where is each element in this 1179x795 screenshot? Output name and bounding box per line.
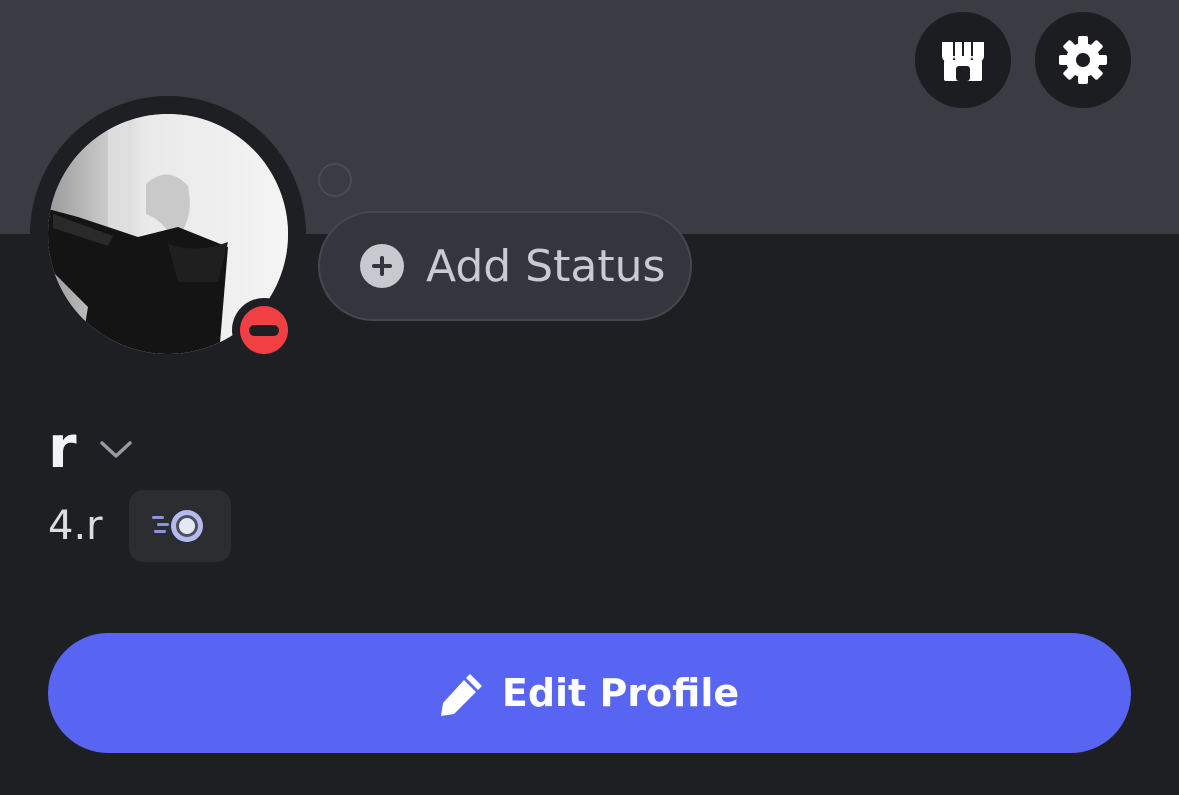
plus-circle-icon <box>360 244 404 288</box>
shop-button[interactable] <box>915 12 1011 108</box>
settings-button[interactable] <box>1035 12 1131 108</box>
username-handle: 4.r <box>48 503 103 549</box>
nitro-boost-icon <box>151 510 203 542</box>
edit-profile-button[interactable]: Edit Profile <box>48 633 1131 753</box>
shop-icon <box>942 42 984 81</box>
pencil-icon <box>440 674 482 716</box>
handle-row: 4.r <box>48 490 231 562</box>
edit-profile-label: Edit Profile <box>501 671 740 715</box>
display-name-row[interactable]: r <box>48 412 133 482</box>
status-indicator <box>232 298 296 362</box>
status-thought-dot <box>318 163 352 197</box>
profile-screen: Add Status r 4.r Edit Profile <box>0 0 1179 795</box>
profile-badge[interactable] <box>128 490 231 562</box>
add-status-label: Add Status <box>426 240 666 292</box>
display-name: r <box>48 413 77 481</box>
chevron-down-icon[interactable] <box>99 440 133 460</box>
gear-icon <box>1059 36 1107 84</box>
add-status-button[interactable]: Add Status <box>318 211 692 321</box>
dnd-status-icon <box>240 306 288 354</box>
